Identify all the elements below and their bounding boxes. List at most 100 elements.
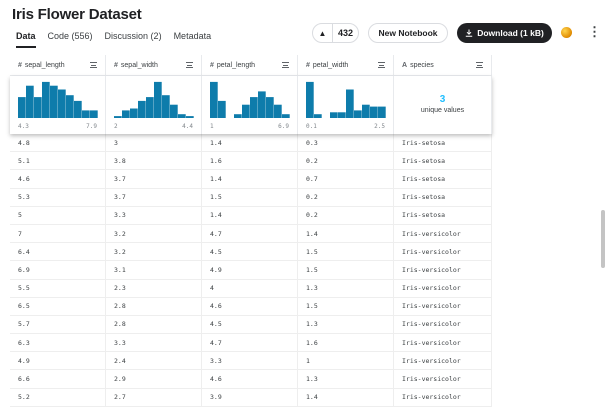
download-button[interactable]: Download (1 kB) <box>457 23 552 43</box>
cell-petal-width: 1.3 <box>298 370 394 388</box>
table-row[interactable]: 6.6 2.9 4.6 1.3 Iris-versicolor <box>10 370 492 389</box>
histogram-bar <box>58 89 66 118</box>
cell-sepal-width: 3.2 <box>106 243 202 261</box>
histogram-bar <box>362 104 370 118</box>
histogram-bar <box>330 112 338 118</box>
column-header-petal-length[interactable]: # petal_length <box>202 55 298 76</box>
cell-species: Iris-versicolor <box>394 334 492 352</box>
more-options-icon[interactable]: ⋮ <box>588 24 601 40</box>
table-row[interactable]: 5.3 3.7 1.5 0.2 Iris-setosa <box>10 188 492 207</box>
column-header-species[interactable]: A species <box>394 55 492 76</box>
cell-sepal-width: 2.4 <box>106 352 202 370</box>
histogram-petal-width[interactable]: 0.1 2.5 <box>298 76 394 134</box>
filter-icon[interactable] <box>186 62 193 68</box>
table-row[interactable]: 5.1 3.8 1.6 0.2 Iris-setosa <box>10 152 492 171</box>
data-table: # sepal_length # sepal_width # petal_len… <box>10 55 492 407</box>
range-max: 2.5 <box>374 123 385 130</box>
cell-petal-length: 1.4 <box>202 134 298 152</box>
cell-species: Iris-versicolor <box>394 297 492 315</box>
cell-petal-length: 3.9 <box>202 388 298 406</box>
cell-petal-width: 1.5 <box>298 261 394 279</box>
scrollbar-thumb[interactable] <box>601 210 605 268</box>
histogram-bar <box>370 106 378 118</box>
histogram-bar <box>138 100 146 118</box>
table-row[interactable]: 6.4 3.2 4.5 1.5 Iris-versicolor <box>10 243 492 262</box>
cell-sepal-width: 3.1 <box>106 261 202 279</box>
histogram-bar <box>242 104 250 118</box>
filter-icon[interactable] <box>378 62 385 68</box>
range-min: 0.1 <box>306 123 317 130</box>
histogram-bar <box>114 116 122 118</box>
cell-sepal-length: 6.5 <box>10 297 106 315</box>
upvote-button[interactable]: ▲ 432 <box>312 23 359 43</box>
cell-species: Iris-setosa <box>394 134 492 152</box>
cell-species: Iris-versicolor <box>394 315 492 334</box>
table-row[interactable]: 6.5 2.8 4.6 1.5 Iris-versicolor <box>10 297 492 316</box>
filter-icon[interactable] <box>476 62 483 68</box>
cell-petal-length: 4.7 <box>202 224 298 243</box>
histogram-sepal-width[interactable]: 2 4.4 <box>106 76 202 134</box>
tab-bar: Data Code (556) Discussion (2) Metadata <box>16 31 211 48</box>
cell-sepal-length: 5 <box>10 206 106 224</box>
table-row[interactable]: 4.9 2.4 3.3 1 Iris-versicolor <box>10 352 492 371</box>
histogram-bar <box>90 110 98 118</box>
column-header-sepal-width[interactable]: # sepal_width <box>106 55 202 76</box>
histogram-bar <box>178 114 186 118</box>
cell-petal-width: 1.5 <box>298 243 394 261</box>
column-summary-row: 4.3 7.9 2 4.4 1 6.9 0.1 2.5 3 unique val… <box>10 76 492 134</box>
cell-petal-width: 1 <box>298 352 394 370</box>
cell-sepal-width: 2.8 <box>106 315 202 334</box>
table-row[interactable]: 6.3 3.3 4.7 1.6 Iris-versicolor <box>10 334 492 353</box>
histogram-chart <box>18 81 98 118</box>
histogram-bar <box>314 114 322 118</box>
column-header-petal-width[interactable]: # petal_width <box>298 55 394 76</box>
unique-count: 3 <box>439 94 446 105</box>
tab-discussion[interactable]: Discussion (2) <box>105 31 162 48</box>
cell-petal-length: 1.4 <box>202 170 298 188</box>
download-icon <box>466 29 473 37</box>
cell-petal-length: 3.3 <box>202 352 298 370</box>
histogram-bar <box>66 95 74 118</box>
table-row[interactable]: 5.2 2.7 3.9 1.4 Iris-versicolor <box>10 388 492 407</box>
column-name: petal_length <box>216 62 256 69</box>
column-name: sepal_length <box>24 62 65 69</box>
cell-sepal-width: 3.8 <box>106 152 202 170</box>
cell-species: Iris-setosa <box>394 188 492 206</box>
filter-icon[interactable] <box>282 62 289 68</box>
tab-data[interactable]: Data <box>16 31 36 48</box>
histogram-bar <box>210 81 218 118</box>
cell-sepal-length: 7 <box>10 224 106 243</box>
table-row[interactable]: 4.8 3 1.4 0.3 Iris-setosa <box>10 134 492 153</box>
cell-petal-width: 0.2 <box>298 206 394 224</box>
histogram-bar <box>154 81 162 118</box>
table-row[interactable]: 5.5 2.3 4 1.3 Iris-versicolor <box>10 279 492 298</box>
table-row[interactable]: 7 3.2 4.7 1.4 Iris-versicolor <box>10 224 492 244</box>
table-row[interactable]: 5.7 2.8 4.5 1.3 Iris-versicolor <box>10 315 492 335</box>
range-max: 6.9 <box>278 123 289 130</box>
new-notebook-button[interactable]: New Notebook <box>368 23 448 43</box>
cell-species: Iris-setosa <box>394 152 492 170</box>
avatar[interactable] <box>561 27 572 38</box>
histogram-chart <box>114 81 194 118</box>
histogram-petal-length[interactable]: 1 6.9 <box>202 76 298 134</box>
histogram-sepal-length[interactable]: 4.3 7.9 <box>10 76 106 134</box>
table-row[interactable]: 6.9 3.1 4.9 1.5 Iris-versicolor <box>10 261 492 280</box>
cell-sepal-length: 6.9 <box>10 261 106 279</box>
histogram-bar <box>282 114 290 118</box>
cell-species: Iris-versicolor <box>394 388 492 406</box>
tab-code[interactable]: Code (556) <box>48 31 93 48</box>
column-header-sepal-length[interactable]: # sepal_length <box>10 55 106 76</box>
histogram-bar <box>34 97 42 118</box>
table-row[interactable]: 4.6 3.7 1.4 0.7 Iris-setosa <box>10 170 492 189</box>
tab-metadata[interactable]: Metadata <box>174 31 212 48</box>
range-min: 4.3 <box>18 123 29 130</box>
filter-icon[interactable] <box>90 62 97 68</box>
table-row[interactable]: 5 3.3 1.4 0.2 Iris-setosa <box>10 206 492 225</box>
histogram-bar <box>338 112 346 118</box>
cell-species: Iris-versicolor <box>394 279 492 297</box>
cell-sepal-width: 2.8 <box>106 297 202 315</box>
histogram-bar <box>170 104 178 118</box>
cell-petal-width: 1.3 <box>298 315 394 334</box>
column-header-row: # sepal_length # sepal_width # petal_len… <box>10 55 492 76</box>
unique-values-summary[interactable]: 3 unique values <box>394 76 492 134</box>
